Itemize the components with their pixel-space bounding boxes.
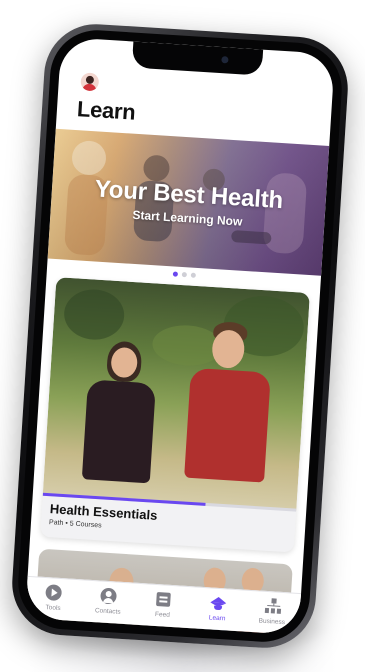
app-screen: Learn Your Best Health Start Learning No… xyxy=(24,36,336,636)
avatar-head xyxy=(85,75,95,85)
featured-course-card[interactable]: Health Essentials Path • 5 Courses xyxy=(40,277,310,553)
tab-label: Contacts xyxy=(94,607,121,616)
user-avatar[interactable] xyxy=(80,72,100,92)
tab-label: Feed xyxy=(154,610,171,619)
org-chart-icon xyxy=(263,597,282,616)
tab-learn[interactable]: Learn xyxy=(192,592,244,623)
tab-feed[interactable]: Feed xyxy=(137,589,189,620)
avatar-body xyxy=(82,83,97,92)
carousel-dot[interactable] xyxy=(190,272,196,278)
card-meta: Path • 5 Courses xyxy=(48,519,102,530)
tab-label: Tools xyxy=(45,604,61,613)
stage: Learn Your Best Health Start Learning No… xyxy=(0,0,365,672)
tab-label: Business xyxy=(258,617,286,627)
tab-business[interactable]: Business xyxy=(247,596,299,627)
camera-icon xyxy=(221,56,229,64)
page-title: Learn xyxy=(76,96,137,125)
tab-label: Learn xyxy=(208,614,226,623)
runner-woman-body xyxy=(81,379,156,484)
card-photo xyxy=(42,277,310,511)
hero-banner[interactable]: Your Best Health Start Learning Now xyxy=(47,128,330,276)
tab-contacts[interactable]: Contacts xyxy=(83,585,135,616)
carousel-dot[interactable] xyxy=(181,271,187,278)
carousel-dot[interactable] xyxy=(172,271,178,277)
play-circle-icon xyxy=(44,583,63,602)
phone-device: Learn Your Best Health Start Learning No… xyxy=(9,21,351,651)
runner-man-body xyxy=(184,367,271,483)
contact-icon xyxy=(99,586,118,605)
tab-tools[interactable]: Tools xyxy=(28,582,80,613)
graduation-cap-icon xyxy=(209,593,228,612)
feed-icon xyxy=(154,590,173,609)
foliage xyxy=(62,287,126,342)
